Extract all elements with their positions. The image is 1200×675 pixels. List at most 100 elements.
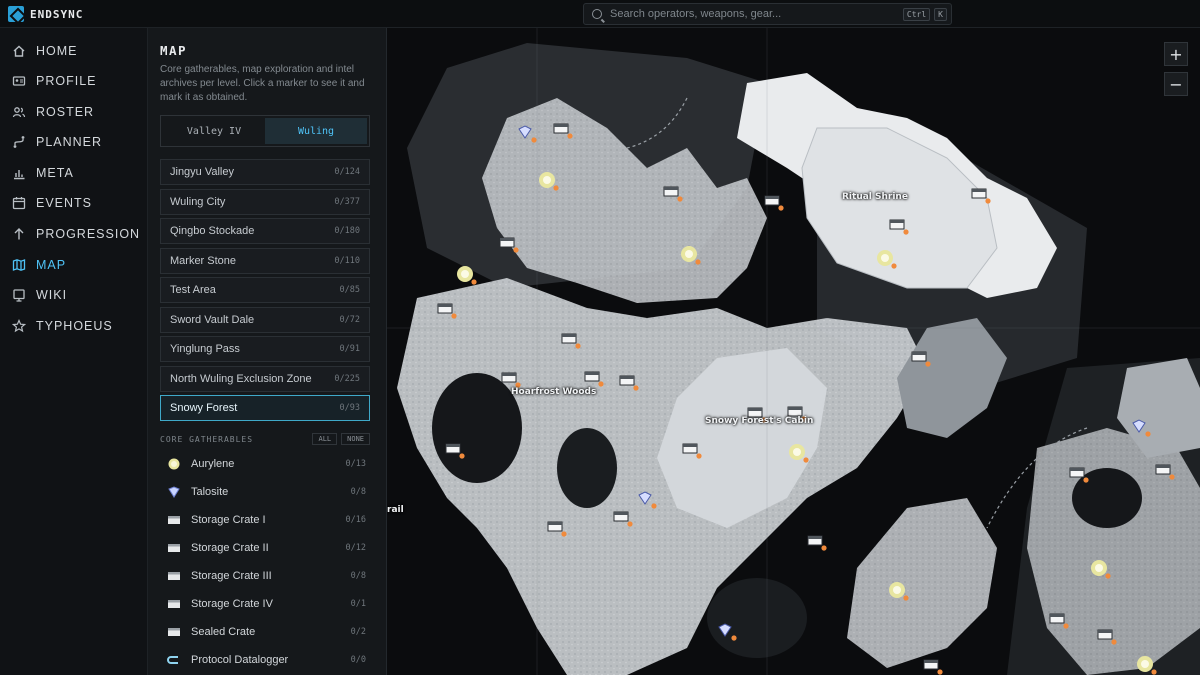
nav-item-wiki[interactable]: WIKI xyxy=(0,281,148,309)
region-item-jingyu-valley[interactable]: Jingyu Valley 0/124 xyxy=(160,159,370,185)
aurylene-icon xyxy=(167,458,181,470)
region-item-marker-stone[interactable]: Marker Stone 0/110 xyxy=(160,247,370,274)
talosite-marker[interactable] xyxy=(638,491,657,509)
nav-item-roster[interactable]: ROSTER xyxy=(0,98,148,126)
crate-marker[interactable] xyxy=(764,195,784,211)
crate-marker[interactable] xyxy=(499,237,519,253)
crate-marker[interactable] xyxy=(1069,467,1089,483)
crate-marker[interactable] xyxy=(889,219,909,235)
talosite-marker[interactable] xyxy=(718,623,737,641)
region-item-test-area[interactable]: Test Area 0/85 xyxy=(160,277,370,303)
talosite-marker[interactable] xyxy=(1132,419,1151,437)
star-icon xyxy=(12,319,26,333)
region-count: 0/124 xyxy=(334,167,360,177)
crate-marker[interactable] xyxy=(682,443,702,459)
app-logo[interactable]: ENDSYNC xyxy=(8,6,83,22)
aurylene-marker[interactable] xyxy=(1091,560,1111,579)
nav-label: EVENTS xyxy=(36,196,93,210)
zoom-out-button[interactable]: − xyxy=(1164,72,1188,96)
search-input[interactable] xyxy=(610,8,903,20)
region-count: 0/91 xyxy=(339,344,360,354)
crate-marker[interactable] xyxy=(971,188,991,204)
map-label-snowy-forest-cabin: Snowy Forest's Cabin xyxy=(705,416,814,426)
crate-marker[interactable] xyxy=(547,521,567,537)
gatherable-count: 0/13 xyxy=(345,459,366,469)
nav-label: MAP xyxy=(36,258,67,272)
crate-marker[interactable] xyxy=(1155,464,1175,480)
crate-marker[interactable] xyxy=(445,443,465,459)
nav-item-profile[interactable]: PROFILE xyxy=(0,67,148,95)
nav-item-map[interactable]: MAP xyxy=(0,251,148,279)
core-gatherables-header: CORE GATHERABLES ALL NONE xyxy=(160,432,370,446)
nav-label: HOME xyxy=(36,44,78,58)
aurylene-marker[interactable] xyxy=(681,246,701,265)
crate-marker[interactable] xyxy=(1097,629,1117,645)
nav-item-meta[interactable]: META xyxy=(0,159,148,187)
crate-marker[interactable] xyxy=(584,371,604,387)
app-name: ENDSYNC xyxy=(30,7,84,21)
nav-label: ROSTER xyxy=(36,105,95,119)
aurylene-marker[interactable] xyxy=(457,266,477,285)
search-bar[interactable]: Ctrl K xyxy=(583,3,952,25)
gatherable-name: Storage Crate III xyxy=(191,570,272,582)
region-item-wuling-city[interactable]: Wuling City 0/377 xyxy=(160,188,370,215)
nav-item-planner[interactable]: PLANNER xyxy=(0,128,148,156)
select-none-button[interactable]: NONE xyxy=(341,433,370,445)
gatherable-item-storage-crate-ii[interactable]: Storage Crate II 0/12 xyxy=(160,534,370,562)
gatherable-item-storage-crate-iii[interactable]: Storage Crate III 0/8 xyxy=(160,562,370,590)
map-canvas[interactable]: Ritual Shrine Hoarfrost Woods Snowy Fore… xyxy=(387,28,1200,675)
aurylene-marker[interactable] xyxy=(539,172,559,191)
crate-marker[interactable] xyxy=(613,511,633,527)
crate-marker[interactable] xyxy=(1049,613,1069,629)
route-icon xyxy=(12,135,26,149)
crate-marker[interactable] xyxy=(923,659,943,675)
crate-icon xyxy=(167,570,181,582)
gatherable-item-storage-crate-iv[interactable]: Storage Crate IV 0/1 xyxy=(160,590,370,618)
crate-marker[interactable] xyxy=(561,333,581,349)
select-all-button[interactable]: ALL xyxy=(312,433,338,445)
gatherable-item-protocol-datalogger[interactable]: Protocol Datalogger 0/0 xyxy=(160,646,370,674)
region-item-yinglung-pass[interactable]: Yinglung Pass 0/91 xyxy=(160,336,370,362)
region-item-north-wuling-exclusion-zone[interactable]: North Wuling Exclusion Zone 0/225 xyxy=(160,365,370,392)
nav-item-progression[interactable]: PROGRESSION xyxy=(0,220,148,248)
nav-item-events[interactable]: EVENTS xyxy=(0,189,148,217)
region-item-qingbo-stockade[interactable]: Qingbo Stockade 0/180 xyxy=(160,218,370,244)
gatherable-item-sealed-crate[interactable]: Sealed Crate 0/2 xyxy=(160,618,370,646)
zoom-in-button[interactable]: + xyxy=(1164,42,1188,66)
gatherable-name: Storage Crate I xyxy=(191,514,266,526)
crate-marker[interactable] xyxy=(807,535,827,551)
region-name: Yinglung Pass xyxy=(170,343,240,355)
region-name: Marker Stone xyxy=(170,254,237,267)
crate-marker[interactable] xyxy=(619,375,639,391)
nav-item-home[interactable]: HOME xyxy=(0,37,148,65)
crate-marker[interactable] xyxy=(553,123,573,139)
crate-marker[interactable] xyxy=(911,351,931,367)
shortcut-ctrl: Ctrl xyxy=(902,7,931,21)
crate-icon xyxy=(167,514,181,526)
aurylene-marker[interactable] xyxy=(889,582,909,601)
tab-valley-iv[interactable]: Valley IV xyxy=(163,118,265,144)
crate-marker[interactable] xyxy=(437,303,457,319)
region-item-sword-vault-dale[interactable]: Sword Vault Dale 0/72 xyxy=(160,306,370,333)
aurylene-marker[interactable] xyxy=(1137,656,1157,675)
aurylene-marker[interactable] xyxy=(877,250,897,269)
gatherable-name: Storage Crate IV xyxy=(191,598,273,610)
gatherable-name: Sealed Crate xyxy=(191,626,256,638)
aurylene-marker[interactable] xyxy=(789,444,809,463)
gatherable-item-aurylene[interactable]: Aurylene 0/13 xyxy=(160,450,370,478)
region-item-snowy-forest[interactable]: Snowy Forest 0/93 xyxy=(160,395,370,421)
tab-wuling[interactable]: Wuling xyxy=(265,118,367,144)
gatherable-item-storage-crate-i[interactable]: Storage Crate I 0/16 xyxy=(160,506,370,534)
nav-item-typhoeus[interactable]: TYPHOEUS xyxy=(0,312,148,340)
top-bar: ENDSYNC Ctrl K xyxy=(0,0,1200,28)
crate-marker[interactable] xyxy=(501,372,521,388)
crate-marker[interactable] xyxy=(663,186,683,202)
nav-label: PROGRESSION xyxy=(36,227,141,241)
gatherable-item-talosite[interactable]: Talosite 0/8 xyxy=(160,478,370,506)
panel-description: Core gatherables, map exploration and in… xyxy=(160,64,365,103)
nav-label: PLANNER xyxy=(36,135,103,149)
talosite-marker[interactable] xyxy=(518,125,537,143)
gatherable-count: 0/12 xyxy=(345,543,366,553)
panel-title: MAP xyxy=(160,43,188,58)
gatherable-list: Aurylene 0/13 Talosite 0/8 Storage Crate… xyxy=(160,450,370,674)
